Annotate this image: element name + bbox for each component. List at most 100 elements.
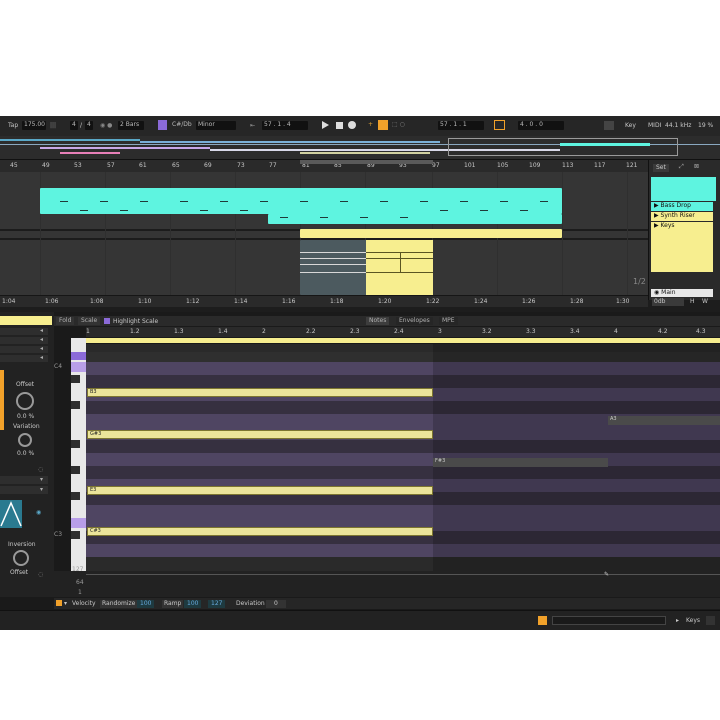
scale-mode-select[interactable]: Minor <box>196 121 236 130</box>
loop-length-field[interactable]: 4 . 0 . 0 <box>518 121 564 130</box>
time-label: 1:30 <box>616 298 630 305</box>
stop-icon[interactable] <box>336 122 343 129</box>
track-name-keys[interactable]: ▶ Keys <box>651 222 713 272</box>
track-activator-icon[interactable]: ▶ <box>654 212 659 219</box>
w-button[interactable]: W <box>702 299 708 305</box>
track-activator-icon[interactable]: ▶ <box>654 222 659 229</box>
track-activator-icon[interactable]: ▶ <box>654 202 659 209</box>
chevron-right-icon[interactable]: ▸ <box>676 618 679 624</box>
tap-button[interactable]: Tap <box>8 123 18 129</box>
arrangement-position-icon[interactable]: ⇤ <box>250 123 255 129</box>
arrangement-view[interactable] <box>0 172 648 295</box>
ramp-button[interactable]: Ramp <box>162 600 184 608</box>
automation-arm-icon[interactable] <box>378 120 388 130</box>
beat-label: 3.3 <box>526 328 536 335</box>
note-f#3-ghost[interactable]: F#3 <box>433 458 608 467</box>
velocity-toolbar: ▾ Velocity Randomize 100 Ramp 100 127 De… <box>54 598 720 609</box>
ramp-to[interactable]: 127 <box>208 600 226 608</box>
velocity-toggle[interactable] <box>56 600 62 606</box>
shape-toggle-icon[interactable]: ◉ <box>36 510 41 516</box>
follow-icon[interactable]: ◉ ● <box>100 123 112 129</box>
main-track-header[interactable]: ◉ Main <box>651 289 713 297</box>
offset-knob[interactable] <box>16 392 34 410</box>
quantize-length[interactable]: 2 Bars <box>118 121 144 130</box>
close-icon[interactable]: ⊠ <box>694 164 699 170</box>
chevron-down-icon[interactable]: ▾ <box>64 601 67 607</box>
set-button[interactable]: Set <box>653 164 669 172</box>
chevron-left-icon[interactable]: ◂ <box>40 337 43 343</box>
beat-label: 4 <box>614 328 618 335</box>
note-a3-ghost[interactable]: A3 <box>608 416 720 425</box>
signature-numerator[interactable]: 4 <box>70 121 78 130</box>
keyboard-icon[interactable] <box>604 121 614 130</box>
power-icon[interactable]: ◌ <box>38 467 43 473</box>
variation-value: 0.0 % <box>17 450 35 457</box>
beat-ruler[interactable]: 1 1.2 1.3 1.4 2 2.2 2.3 2.4 3 3.2 3.3 3.… <box>86 327 720 337</box>
note-g#3[interactable]: G#3 <box>87 430 433 439</box>
tab-envelopes[interactable]: Envelopes <box>396 317 433 325</box>
warning-icon[interactable] <box>538 616 547 625</box>
h-button[interactable]: H <box>690 299 695 305</box>
midi-map-button[interactable]: MIDI <box>648 123 661 129</box>
randomize-button[interactable]: Randomize <box>100 600 138 608</box>
note-b3[interactable]: B3 <box>87 388 433 397</box>
bar-label: 121 <box>626 162 638 169</box>
highlight-scale-checkbox[interactable] <box>104 318 110 324</box>
velocity-min-label: 1 <box>78 589 82 596</box>
beat-label: 4.3 <box>696 328 706 335</box>
clip-name-field[interactable] <box>0 316 52 325</box>
note-c#3[interactable]: C#3 <box>87 527 433 536</box>
signature-denominator[interactable]: 4 <box>85 121 93 130</box>
main-icon: ◉ <box>654 289 660 296</box>
main-volume[interactable]: 0db <box>652 298 684 306</box>
overdub-icon[interactable]: + <box>368 122 373 128</box>
arrangement-overview[interactable] <box>0 136 720 160</box>
play-icon[interactable] <box>322 121 329 129</box>
tab-mpe[interactable]: MPE <box>439 317 458 325</box>
loop-switch-icon[interactable] <box>494 120 505 130</box>
daw-window: Tap 175.00 ||| 4 / 4 ◉ ● 2 Bars C#/Db Mi… <box>0 116 720 630</box>
metronome-icon[interactable]: ||| <box>50 123 56 129</box>
expand-icon[interactable]: ⤢ <box>679 164 684 170</box>
loop-brace[interactable] <box>300 160 433 164</box>
fold-button[interactable]: Fold <box>56 317 75 325</box>
song-position-field[interactable]: 57 . 1 . 4 <box>262 121 308 130</box>
variation-knob[interactable] <box>18 433 32 447</box>
track-name-bass-drop[interactable]: ▶ Bass Drop <box>651 202 713 211</box>
pencil-icon[interactable]: ✎ <box>604 572 609 578</box>
chevron-left-icon[interactable]: ◂ <box>40 346 43 352</box>
inversion-knob[interactable] <box>13 550 29 566</box>
loop-bar[interactable] <box>86 338 720 343</box>
shape-display[interactable] <box>0 500 22 528</box>
bass-drop-clip-tail[interactable] <box>268 214 562 224</box>
status-message-field[interactable] <box>552 616 666 625</box>
chevron-down-icon[interactable]: ▾ <box>40 487 43 493</box>
device-panel: ◂ ◂ ◂ ◂ Offset 0.0 % Variation 0.0 % ◌ ▾… <box>0 312 54 597</box>
time-ruler[interactable]: 1:04 1:06 1:08 1:10 1:12 1:14 1:16 1:18 … <box>0 295 648 307</box>
power-icon[interactable]: ◌ <box>38 572 43 578</box>
track-view-icon[interactable] <box>706 616 715 625</box>
scale-root-select[interactable]: C#/Db <box>170 121 192 130</box>
loop-start-field[interactable]: 57 . 1 . 1 <box>438 121 484 130</box>
capture-icon[interactable]: ⬚ ○ <box>392 122 405 128</box>
scale-mode-icon[interactable] <box>158 120 167 130</box>
chevron-left-icon[interactable]: ◂ <box>40 355 43 361</box>
ramp-from[interactable]: 100 <box>184 600 202 608</box>
synth-riser-clip[interactable] <box>300 229 562 238</box>
tab-notes[interactable]: Notes <box>366 317 390 325</box>
bar-label: 113 <box>562 162 574 169</box>
bar-label: 65 <box>172 162 180 169</box>
bar-label: 73 <box>237 162 245 169</box>
deviation-value[interactable]: 0 <box>266 600 286 608</box>
chevron-down-icon[interactable]: ▾ <box>40 477 43 483</box>
track-name-synth-riser[interactable]: ▶ Synth Riser <box>651 212 713 221</box>
note-e3[interactable]: E3 <box>87 486 433 495</box>
scale-button[interactable]: Scale <box>78 317 101 325</box>
overview-viewport[interactable] <box>448 138 678 156</box>
note-label: C#3 <box>90 528 101 534</box>
key-map-button[interactable]: Key <box>625 123 636 129</box>
tempo-field[interactable]: 175.00 <box>22 121 46 130</box>
record-icon[interactable] <box>348 121 356 129</box>
chevron-left-icon[interactable]: ◂ <box>40 328 43 334</box>
randomize-amount[interactable]: 100 <box>137 600 155 608</box>
